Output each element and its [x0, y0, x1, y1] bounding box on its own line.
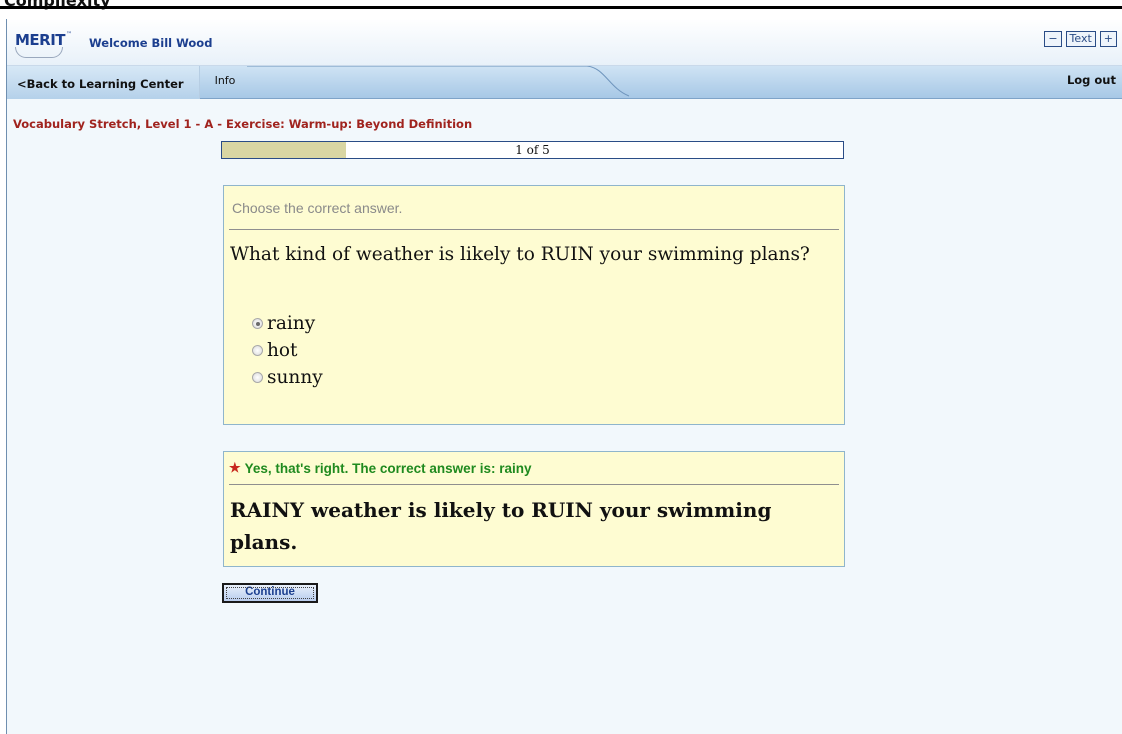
- instruction-text: Choose the correct answer.: [232, 200, 403, 216]
- answer-options: rainy hot sunny: [252, 310, 323, 391]
- radio-button[interactable]: [252, 318, 263, 329]
- feedback-panel: ★ Yes, that's right. The correct answer …: [223, 451, 845, 567]
- nav-tab-curve: [247, 66, 630, 97]
- question-text: What kind of weather is likely to RUIN y…: [230, 244, 810, 265]
- welcome-text: Welcome Bill Wood: [89, 36, 213, 50]
- option-label: rainy: [267, 313, 316, 334]
- radio-button[interactable]: [252, 345, 263, 356]
- feedback-divider: [229, 484, 839, 485]
- progress-label: 1 of 5: [515, 143, 550, 157]
- back-to-learning-center-button[interactable]: <Back to Learning Center: [7, 66, 200, 99]
- info-tab[interactable]: Info: [201, 66, 249, 99]
- star-icon: ★: [229, 460, 241, 475]
- feedback-headline: ★ Yes, that's right. The correct answer …: [229, 460, 531, 476]
- top-divider: [0, 6, 1122, 9]
- progress-bar: 1 of 5: [221, 141, 844, 159]
- option-sunny[interactable]: sunny: [252, 364, 323, 391]
- text-size-label[interactable]: Text: [1065, 31, 1096, 47]
- text-decrease-button[interactable]: −: [1044, 31, 1062, 47]
- logo-trademark: ™: [66, 31, 72, 38]
- header: MERIT ™ Welcome Bill Wood − Text +: [7, 19, 1122, 66]
- question-divider: [229, 229, 839, 230]
- radio-button[interactable]: [252, 372, 263, 383]
- nav-bar: <Back to Learning Center Info: [7, 66, 1122, 99]
- text-size-controls: − Text +: [1044, 31, 1117, 47]
- feedback-headline-text: Yes, that's right. The correct answer is…: [244, 460, 532, 476]
- continue-button[interactable]: Continue: [222, 583, 318, 603]
- option-rainy[interactable]: rainy: [252, 310, 323, 337]
- merit-logo: MERIT ™: [15, 31, 72, 59]
- feedback-explanation: RAINY weather is likely to RUIN your swi…: [230, 498, 772, 554]
- logout-link[interactable]: Log out: [1067, 73, 1116, 87]
- text-increase-button[interactable]: +: [1099, 31, 1117, 47]
- option-label: hot: [267, 340, 298, 361]
- question-panel: Choose the correct answer. What kind of …: [223, 185, 845, 425]
- option-label: sunny: [267, 367, 323, 388]
- option-hot[interactable]: hot: [252, 337, 323, 364]
- breadcrumb: Vocabulary Stretch, Level 1 - A - Exerci…: [13, 117, 473, 131]
- logo-swoosh: [15, 47, 63, 58]
- app-window: MERIT ™ Welcome Bill Wood − Text + <Back…: [6, 19, 1122, 734]
